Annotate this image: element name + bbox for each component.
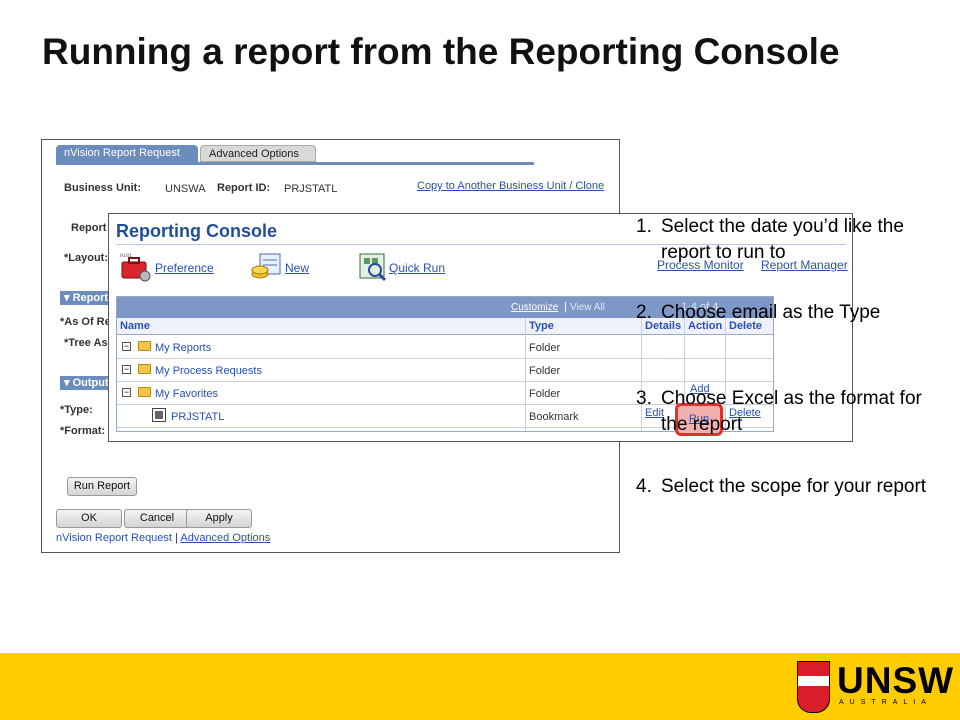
table-row: − My Reports Folder	[117, 336, 773, 359]
report-label: Report	[71, 222, 107, 234]
row-type: Folder	[529, 388, 561, 400]
bookmark-icon	[152, 408, 166, 422]
footer-links: nVision Report Request | Advanced Option…	[56, 532, 270, 544]
layout-label: *Layout:	[64, 252, 108, 264]
step-text: Select the date you’d like the report to…	[661, 216, 904, 263]
tab-advanced-options[interactable]: Advanced Options	[200, 145, 316, 162]
column-divider	[525, 318, 526, 431]
unsw-logo: UNSW AUSTRALIA	[797, 661, 953, 713]
step-number: 1.	[636, 216, 652, 237]
new-link[interactable]: New	[285, 261, 309, 275]
tab-nvision-report-request[interactable]: nVision Report Request	[56, 145, 198, 162]
new-report-icon[interactable]	[250, 252, 282, 282]
customize-link[interactable]: Customize	[511, 302, 558, 313]
format-label: *Format:	[60, 425, 106, 437]
row-name[interactable]: PRJSTATL	[171, 411, 224, 423]
footer-separator: |	[175, 532, 178, 544]
report-id-value: PRJSTATL	[284, 183, 338, 195]
column-type-header[interactable]: Type	[529, 320, 554, 332]
as-of-date-label: *As Of Re	[60, 316, 111, 328]
row-type: Folder	[529, 342, 561, 354]
folder-icon	[138, 341, 151, 351]
run-report-button[interactable]: Run Report	[67, 477, 137, 496]
row-type: Folder	[529, 365, 561, 377]
output-section-label: Output	[72, 377, 109, 389]
business-unit-label: Business Unit:	[64, 182, 142, 194]
row-name[interactable]: My Process Requests	[155, 365, 262, 377]
folder-icon	[138, 364, 151, 374]
copy-business-unit-link[interactable]: Copy to Another Business Unit / Clone	[417, 180, 604, 192]
logo-wordmark: UNSW	[837, 660, 955, 701]
footer-link-nvision[interactable]: nVision Report Request	[56, 532, 172, 544]
toolbar-separator: |	[564, 301, 567, 313]
step-text: Choose Excel as the format for the repor…	[661, 388, 922, 435]
ok-button[interactable]: OK	[56, 509, 122, 528]
cancel-button[interactable]: Cancel	[124, 509, 190, 528]
step-number: 2.	[636, 302, 652, 323]
logo-subtext: AUSTRALIA	[839, 699, 932, 706]
report-section-label: Report	[72, 292, 109, 304]
folder-icon	[138, 387, 151, 397]
tab-divider	[56, 162, 534, 165]
column-divider	[641, 318, 642, 431]
apply-button[interactable]: Apply	[186, 509, 252, 528]
quick-run-icon[interactable]	[358, 252, 388, 282]
slide-title: Running a report from the Reporting Cons…	[42, 31, 840, 72]
table-row: − My Process Requests Folder	[117, 359, 773, 382]
reporting-console-title: Reporting Console	[116, 221, 277, 241]
collapse-icon[interactable]: −	[122, 365, 131, 374]
row-name[interactable]: My Favorites	[155, 388, 218, 400]
quick-run-link[interactable]: Quick Run	[389, 261, 445, 275]
step-number: 3.	[636, 388, 652, 409]
column-name-header[interactable]: Name	[120, 320, 150, 332]
view-all-link[interactable]: View All	[570, 302, 605, 313]
preference-link[interactable]: Preference	[155, 261, 214, 275]
collapse-icon[interactable]: −	[122, 342, 131, 351]
footer-link-advanced-options[interactable]: Advanced Options	[180, 532, 270, 544]
type-label: *Type:	[60, 404, 93, 416]
preference-icon[interactable]: 0101	[119, 250, 153, 284]
row-name[interactable]: My Reports	[155, 342, 211, 354]
step-text: Select the scope for your report	[661, 476, 927, 497]
crest-icon	[797, 661, 830, 713]
collapse-icon[interactable]: −	[122, 388, 131, 397]
business-unit-value: UNSWA	[165, 183, 206, 195]
svg-text:0101: 0101	[120, 253, 132, 259]
tree-as-of-label: *Tree As	[64, 337, 108, 349]
step-number: 4.	[636, 476, 652, 497]
step-text: Choose email as the Type	[661, 302, 881, 323]
row-type: Bookmark	[529, 411, 579, 423]
report-id-label: Report ID:	[217, 182, 271, 194]
